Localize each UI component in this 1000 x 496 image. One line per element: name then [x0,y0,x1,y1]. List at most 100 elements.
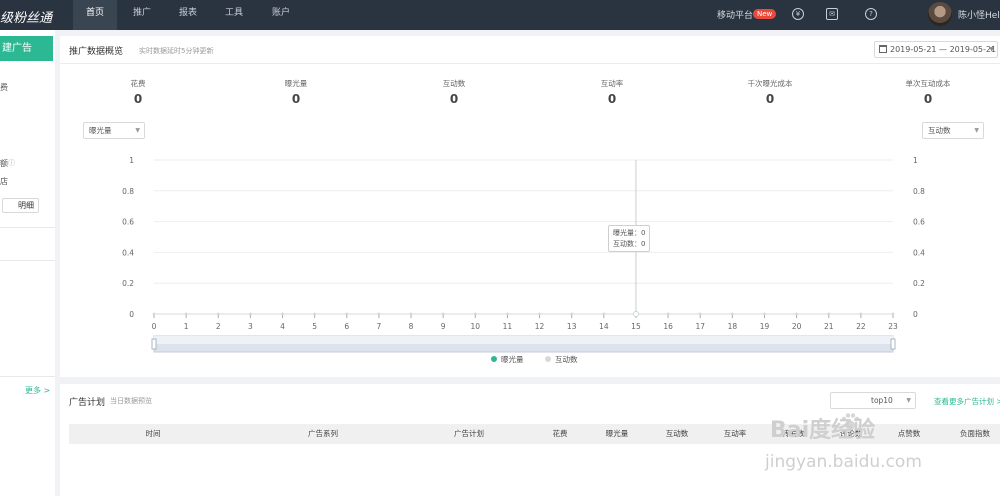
tooltip-line-interactions: 互动数：0 [613,240,646,248]
help-icon[interactable]: ? [865,8,877,20]
line-chart[interactable]: 0 00.2 0.20.4 0.40.6 0.60.8 0.81 10 1 2 3 4 5 6 7 8 9 10… [60,146,1000,356]
data-point [377,312,381,316]
mobile-platform-link[interactable]: 移动平台 [717,8,753,21]
x-tick-label: 13 [567,322,577,331]
left-panel: 建广告 费 额 ⓘ 店 明细 更多 > [0,30,55,496]
x-tick-label: 23 [888,322,898,331]
mail-icon[interactable]: ✉ [826,8,838,20]
legend-item-impressions[interactable]: 曝光量 [491,354,524,365]
metric-value-impressions: 0 [291,92,301,106]
view-more-plans-link[interactable]: 查看更多广告计划 > [934,396,1000,407]
metric-value-spend: 0 [133,92,143,106]
x-tick-label: 19 [760,322,770,331]
column-header: 时间 [145,429,161,438]
nav-tab-home[interactable]: 首页 [73,0,117,30]
legend-label: 曝光量 [501,355,524,364]
data-point [313,312,316,316]
chevron-down-icon: ▼ [906,397,911,404]
data-point [795,312,798,316]
data-point [217,312,220,316]
y-tick-label-right: 0.8 [913,187,925,196]
x-tick-label: 15 [631,322,641,331]
x-tick-label: 14 [599,322,609,331]
create-ad-button[interactable]: 建广告 [0,36,53,61]
column-header: 曝光量 [605,429,629,438]
divider [0,376,55,377]
data-point [763,312,766,316]
left-text-balance: 额 [0,159,8,168]
y-tick-label-right: 0.6 [913,218,925,227]
metric-label-cpe: 单次互动成本 [905,79,951,88]
metric-value-cpm: 0 [765,92,775,106]
left-text-spend: 费 [0,83,8,92]
x-tick-label: 11 [503,322,513,331]
metric-label-spend: 花费 [130,79,146,88]
column-header: 负面指数 [960,429,990,438]
nav-tab-promote[interactable]: 推广 [120,0,164,30]
zoom-handle-left [151,338,157,350]
detail-button[interactable]: 明细 [2,198,39,213]
legend-dot [491,356,497,362]
data-point [409,312,413,316]
nav-tab-reports[interactable]: 报表 [166,0,210,30]
chevron-down-icon: ▼ [135,127,140,134]
y-tick-label-left: 0.6 [122,218,134,227]
chevron-down-icon: ▼ [989,46,994,53]
legend-item-interactions[interactable]: 互动数 [545,354,578,365]
right-metric-select-value: 互动数 [928,126,951,135]
x-tick-label: 22 [856,322,866,331]
x-tick-label: 17 [695,322,705,331]
data-point [859,312,863,316]
divider [0,260,55,261]
x-tick-label: 1 [184,322,189,331]
data-point [152,312,156,316]
x-tick-label: 9 [441,322,446,331]
metric-label-interactions: 互动数 [442,79,466,88]
x-tick-label: 21 [824,322,834,331]
x-tick-label: 5 [312,322,317,331]
data-point [602,312,606,316]
y-tick-label-left: 0 [129,310,134,319]
column-header: 花费 [552,429,568,438]
data-point [441,312,445,316]
avatar[interactable] [928,2,952,26]
data-point [281,312,284,316]
chart-tooltip: 曝光量：0 互动数：0 [608,225,650,252]
data-point [345,312,348,316]
brand-logo[interactable]: 级粉丝通 [0,7,52,26]
y-tick-label-right: 1 [913,156,918,165]
more-link[interactable]: 更多 > [25,385,50,396]
top10-select[interactable]: top10 ▼ [830,392,916,409]
top10-select-value: top10 [871,396,893,405]
y-tick-label-right: 0 [913,310,918,319]
zoom-handle-right [890,338,896,350]
x-tick-label: 6 [344,322,349,331]
right-metric-select[interactable]: 互动数 ▼ [922,122,984,139]
metric-value-interactions: 0 [449,92,459,106]
x-tick-label: 20 [792,322,802,331]
date-range-picker[interactable]: 2019-05-21 — 2019-05-21 ▼ [874,41,998,58]
nav-tab-account[interactable]: 账户 [259,0,303,30]
chevron-down-icon: ▼ [974,127,979,134]
username[interactable]: 陈小怪Hello [958,8,1000,21]
data-point [570,312,573,316]
x-tick-label: 18 [728,322,738,331]
column-header: 互动率 [723,429,747,438]
tooltip-line-impressions: 曝光量：0 [613,229,646,237]
column-header: 广告系列 [308,429,338,438]
left-metric-select-value: 曝光量 [89,126,112,135]
divider [60,63,1000,64]
data-point [827,312,830,316]
yen-icon[interactable]: ¥ [792,8,804,20]
x-tick-label: 2 [216,322,221,331]
y-tick-label-left: 0.2 [122,279,134,288]
data-point [891,312,895,316]
left-metric-select[interactable]: 曝光量 ▼ [83,122,145,139]
data-point [666,312,670,316]
info-icon: ⓘ [8,159,15,167]
data-point [731,312,734,316]
divider [0,227,55,228]
data-point [538,312,541,316]
nav-tab-tools[interactable]: 工具 [212,0,256,30]
y-tick-label-left: 1 [129,156,134,165]
